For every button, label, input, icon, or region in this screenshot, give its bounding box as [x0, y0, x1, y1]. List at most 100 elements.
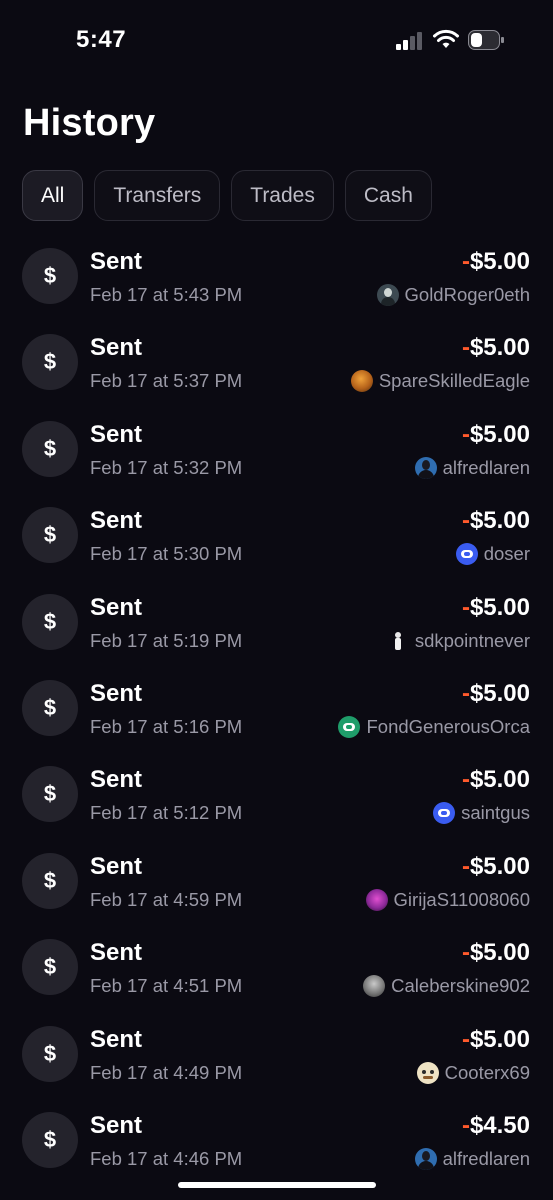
counterparty-name: alfredlaren [442, 1147, 530, 1169]
transaction-row[interactable]: $ Sent Feb 17 at 5:37 PM -$5.00 SpareSki… [0, 326, 553, 412]
cellular-signal-icon [396, 32, 424, 50]
dollar-icon: $ [22, 939, 78, 996]
transaction-date: Feb 17 at 5:16 PM [90, 715, 243, 737]
transaction-date: Feb 17 at 5:43 PM [90, 284, 243, 305]
avatar [455, 543, 478, 566]
amount-sign: - [461, 248, 470, 275]
transaction-row[interactable]: $ Sent Feb 17 at 4:51 PM -$5.00 Calebers… [0, 931, 553, 1017]
transaction-date: Feb 17 at 5:30 PM [90, 543, 243, 565]
filter-chip-cash[interactable]: Cash [344, 170, 432, 221]
transaction-date: Feb 17 at 5:32 PM [90, 456, 243, 478]
transaction-type: Sent [90, 593, 143, 621]
avatar [338, 715, 361, 738]
transaction-amount: -$5.00 [462, 680, 530, 708]
transaction-type: Sent [90, 420, 143, 448]
wifi-icon [433, 29, 459, 48]
amount-value: $5.00 [469, 507, 530, 535]
amount-value: $5.00 [469, 939, 530, 967]
counterparty-name: GirijaS11008060 [393, 888, 530, 910]
amount-sign: - [461, 939, 470, 967]
dollar-icon: $ [22, 1025, 78, 1082]
transaction-type: Sent [90, 507, 143, 535]
dollar-icon: $ [22, 1111, 78, 1168]
counterparty: GoldRoger0eth [376, 282, 530, 308]
counterparty-name: FondGenerousOrca [366, 715, 530, 737]
amount-sign: - [461, 420, 470, 448]
counterparty-name: Cooterx69 [444, 1061, 530, 1083]
avatar [414, 1147, 437, 1170]
amount-sign: - [461, 507, 470, 535]
transaction-date: Feb 17 at 4:51 PM [90, 975, 243, 997]
transaction-row[interactable]: $ Sent Feb 17 at 4:49 PM -$5.00 Cooterx6… [0, 1018, 553, 1104]
filter-chip-transfers[interactable]: Transfers [94, 170, 221, 221]
transaction-row[interactable]: $ Sent Feb 17 at 5:43 PM -$5.00 GoldRoge… [0, 240, 553, 326]
counterparty-name: SpareSkilledEagle [378, 370, 530, 392]
avatar [433, 802, 456, 825]
avatar [416, 1061, 439, 1084]
transaction-amount: -$5.00 [462, 248, 530, 276]
transaction-date: Feb 17 at 4:46 PM [90, 1147, 243, 1169]
transaction-row[interactable]: $ Sent Feb 17 at 5:32 PM -$5.00 alfredla… [0, 413, 553, 499]
amount-value: $5.00 [469, 420, 530, 448]
dollar-icon: $ [22, 248, 78, 304]
history-list: $ Sent Feb 17 at 5:43 PM -$5.00 GoldRoge… [0, 240, 553, 1190]
counterparty: Caleberskine902 [363, 973, 530, 999]
transaction-type: Sent [90, 1111, 143, 1139]
amount-value: $5.00 [469, 593, 530, 621]
counterparty-name: GoldRoger0eth [404, 284, 530, 305]
transaction-amount: -$5.00 [462, 939, 530, 967]
amount-sign: - [461, 766, 470, 794]
counterparty-name: Caleberskine902 [391, 975, 530, 997]
transaction-date: Feb 17 at 4:59 PM [90, 888, 243, 910]
transaction-amount: -$4.50 [462, 1112, 530, 1140]
dollar-icon: $ [22, 507, 78, 564]
amount-value: $4.50 [469, 1111, 530, 1139]
transaction-row[interactable]: $ Sent Feb 17 at 5:16 PM -$5.00 FondGene… [0, 672, 553, 758]
counterparty: sdkpointnever [386, 628, 530, 654]
transaction-date: Feb 17 at 4:49 PM [90, 1061, 243, 1083]
counterparty-name: doser [483, 543, 530, 565]
transaction-amount: -$5.00 [462, 594, 530, 622]
avatar [414, 456, 437, 479]
amount-value: $5.00 [469, 248, 530, 275]
transaction-amount: -$5.00 [462, 853, 530, 881]
filter-chip-trades[interactable]: Trades [231, 170, 334, 221]
counterparty: GirijaS11008060 [365, 887, 530, 913]
counterparty: saintgus [433, 800, 530, 826]
transaction-row[interactable]: $ Sent Feb 17 at 4:46 PM -$4.50 alfredla… [0, 1104, 553, 1190]
amount-value: $5.00 [469, 1025, 530, 1053]
transaction-row[interactable]: $ Sent Feb 17 at 5:12 PM -$5.00 saintgus [0, 758, 553, 844]
transaction-type: Sent [90, 248, 143, 275]
counterparty: doser [455, 541, 530, 567]
counterparty: Cooterx69 [416, 1060, 530, 1086]
amount-sign: - [461, 1025, 470, 1053]
counterparty: alfredlaren [414, 455, 530, 481]
avatar [376, 284, 399, 306]
filter-chip-all[interactable]: All [22, 170, 84, 221]
transaction-row[interactable]: $ Sent Feb 17 at 5:30 PM -$5.00 doser [0, 499, 553, 585]
amount-value: $5.00 [469, 852, 530, 880]
amount-sign: - [461, 1111, 470, 1139]
counterparty: SpareSkilledEagle [350, 368, 530, 394]
amount-value: $5.00 [469, 334, 530, 362]
transaction-type: Sent [90, 939, 143, 967]
counterparty-name: sdkpointnever [414, 629, 530, 651]
transaction-amount: -$5.00 [462, 334, 530, 362]
transaction-type: Sent [90, 334, 143, 362]
page-title: History [23, 102, 156, 144]
amount-value: $5.00 [469, 679, 530, 707]
transaction-row[interactable]: $ Sent Feb 17 at 5:19 PM -$5.00 sdkpoint… [0, 586, 553, 672]
transaction-date: Feb 17 at 5:12 PM [90, 802, 243, 824]
transaction-row[interactable]: $ Sent Feb 17 at 4:59 PM -$5.00 GirijaS1… [0, 845, 553, 931]
home-indicator[interactable] [178, 1182, 376, 1188]
avatar [350, 370, 373, 393]
amount-sign: - [461, 679, 470, 707]
transaction-date: Feb 17 at 5:37 PM [90, 370, 243, 392]
transaction-type: Sent [90, 679, 143, 707]
battery-icon [468, 30, 504, 50]
transaction-amount: -$5.00 [462, 766, 530, 794]
amount-sign: - [461, 852, 470, 880]
transaction-type: Sent [90, 852, 143, 880]
dollar-icon: $ [22, 420, 78, 477]
avatar [386, 629, 409, 652]
